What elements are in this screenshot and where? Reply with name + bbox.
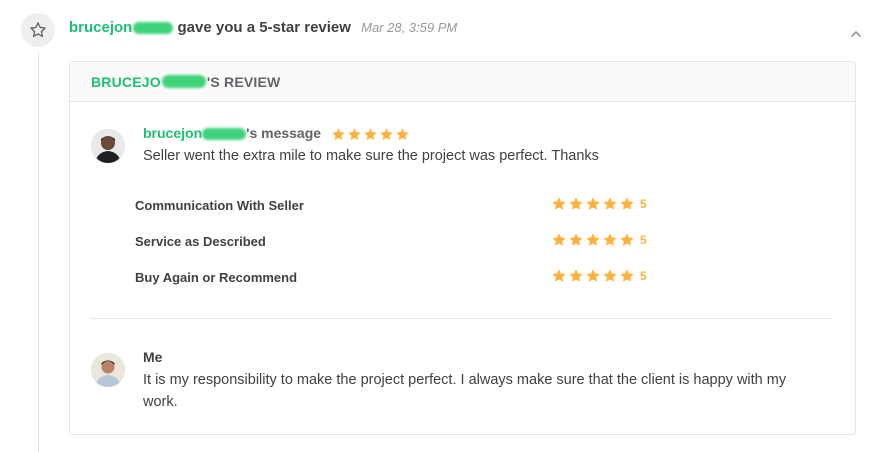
section-divider: [90, 318, 833, 319]
review-notification-badge: [21, 13, 55, 47]
star-icon: [586, 197, 600, 210]
buyer-username[interactable]: brucejon: [143, 125, 247, 141]
rating-row: Buy Again or Recommend 5: [135, 268, 655, 288]
buyer-message-text: Seller went the extra mile to make sure …: [143, 148, 599, 164]
reply-message-text: It is my responsibility to make the proj…: [143, 372, 787, 410]
seller-avatar[interactable]: [91, 353, 125, 387]
rating-row: Service as Described 5: [135, 232, 655, 252]
star-icon: [552, 269, 566, 282]
star-icon: [569, 233, 583, 246]
star-icon: [552, 197, 566, 210]
buyer-message-heading: brucejon's message: [143, 125, 410, 142]
rating-stars: [551, 196, 635, 212]
star-icon: [586, 233, 600, 246]
notification-header: brucejon gave you a 5-star review Mar 28…: [69, 19, 457, 36]
rating-label: Buy Again or Recommend: [135, 270, 298, 285]
star-icon: [603, 269, 617, 282]
star-outline-icon: [30, 22, 46, 38]
star-icon: [569, 269, 583, 282]
rating-stars: [551, 232, 635, 248]
rating-value: 5: [640, 197, 647, 211]
star-icon: [332, 128, 345, 140]
star-icon: [620, 269, 634, 282]
star-icon: [620, 197, 634, 210]
rating-row: Communication With Seller 5: [135, 196, 655, 216]
star-icon: [380, 128, 393, 140]
chevron-up-icon[interactable]: [850, 29, 862, 39]
review-card-title: BRUCEJO 'S REVIEW: [70, 62, 855, 102]
notification-action-text: gave you a 5-star review: [177, 19, 351, 36]
notification-timestamp: Mar 28, 3:59 PM: [361, 20, 458, 35]
rating-value: 5: [640, 269, 647, 283]
reply-author-name: Me: [143, 349, 163, 365]
timeline-line: [38, 52, 39, 452]
star-icon: [396, 128, 409, 140]
rating-stars: [551, 268, 635, 284]
rating-label: Service as Described: [135, 234, 266, 249]
star-icon: [552, 233, 566, 246]
review-card: BRUCEJO 'S REVIEW brucejon's message Sell…: [69, 61, 856, 435]
star-icon: [569, 197, 583, 210]
rating-label: Communication With Seller: [135, 198, 304, 213]
star-icon: [364, 128, 377, 140]
reviewer-username-link[interactable]: brucejon: [69, 19, 174, 36]
rating-value: 5: [640, 233, 647, 247]
star-icon: [603, 233, 617, 246]
star-icon: [620, 233, 634, 246]
star-icon: [603, 197, 617, 210]
star-icon: [348, 128, 361, 140]
buyer-avatar[interactable]: [91, 129, 125, 163]
star-icon: [586, 269, 600, 282]
buyer-star-rating: [331, 127, 410, 142]
